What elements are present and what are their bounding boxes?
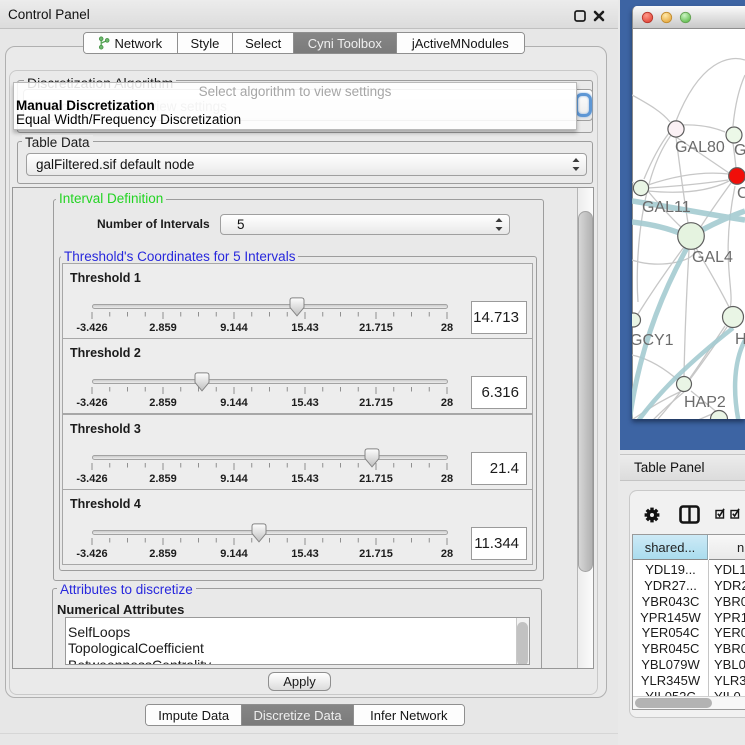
svg-text:HI: HI	[735, 331, 745, 348]
svg-text:GAL11: GAL11	[642, 199, 691, 216]
svg-text:GA: GA	[734, 142, 745, 159]
svg-text:GAL4: GAL4	[692, 249, 733, 266]
svg-text:C: C	[737, 185, 745, 202]
svg-text:GAL80: GAL80	[675, 139, 725, 156]
svg-text:GCY1: GCY1	[632, 332, 674, 349]
svg-text:HAP2: HAP2	[684, 394, 726, 411]
